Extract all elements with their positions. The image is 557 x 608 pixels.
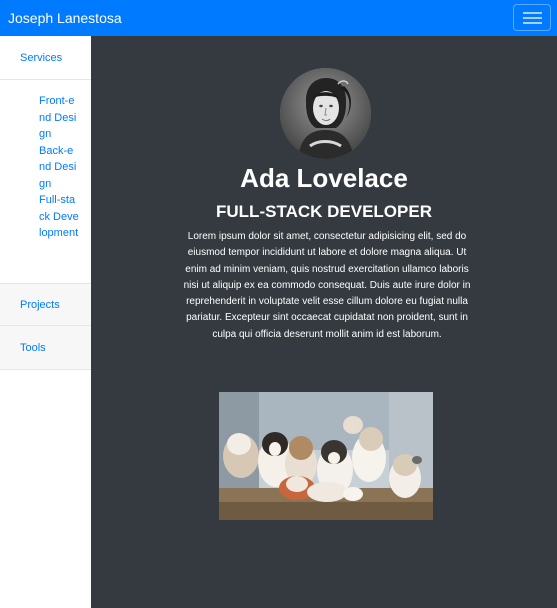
sidebar-item-label: Projects [20, 299, 60, 311]
puppies-photo [219, 392, 433, 520]
puppies-image [219, 392, 433, 520]
submenu-item-fullstack[interactable]: Full-stack Development [39, 192, 79, 242]
submenu-item-frontend[interactable]: Front-end Design [39, 93, 79, 143]
submenu-item-backend[interactable]: Back-end Design [39, 143, 79, 193]
navbar-brand[interactable]: Joseph Lanestosa [8, 9, 122, 27]
sidebar-item-projects[interactable]: Projects [0, 283, 91, 326]
portrait-avatar [280, 68, 371, 159]
main-content: Ada Lovelace FULL-STACK DEVELOPER Lorem … [91, 36, 557, 608]
sidebar: Services Front-end Design Back-end Desig… [0, 36, 91, 608]
sidebar-item-label: Services [20, 52, 63, 64]
services-submenu: Front-end Design Back-end Design Full-st… [39, 93, 79, 242]
sidebar-item-tools[interactable]: Tools [0, 326, 91, 370]
navbar: Joseph Lanestosa [0, 0, 557, 36]
avatar [280, 68, 371, 159]
profile-bio: Lorem ipsum dolor sit amet, consectetur … [183, 231, 471, 340]
profile-name: Ada Lovelace [240, 163, 408, 193]
sidebar-item-label: Tools [20, 342, 46, 354]
profile-title: FULL-STACK DEVELOPER [216, 202, 432, 221]
hamburger-icon[interactable] [513, 4, 551, 31]
sidebar-item-services[interactable]: Services [0, 36, 91, 80]
